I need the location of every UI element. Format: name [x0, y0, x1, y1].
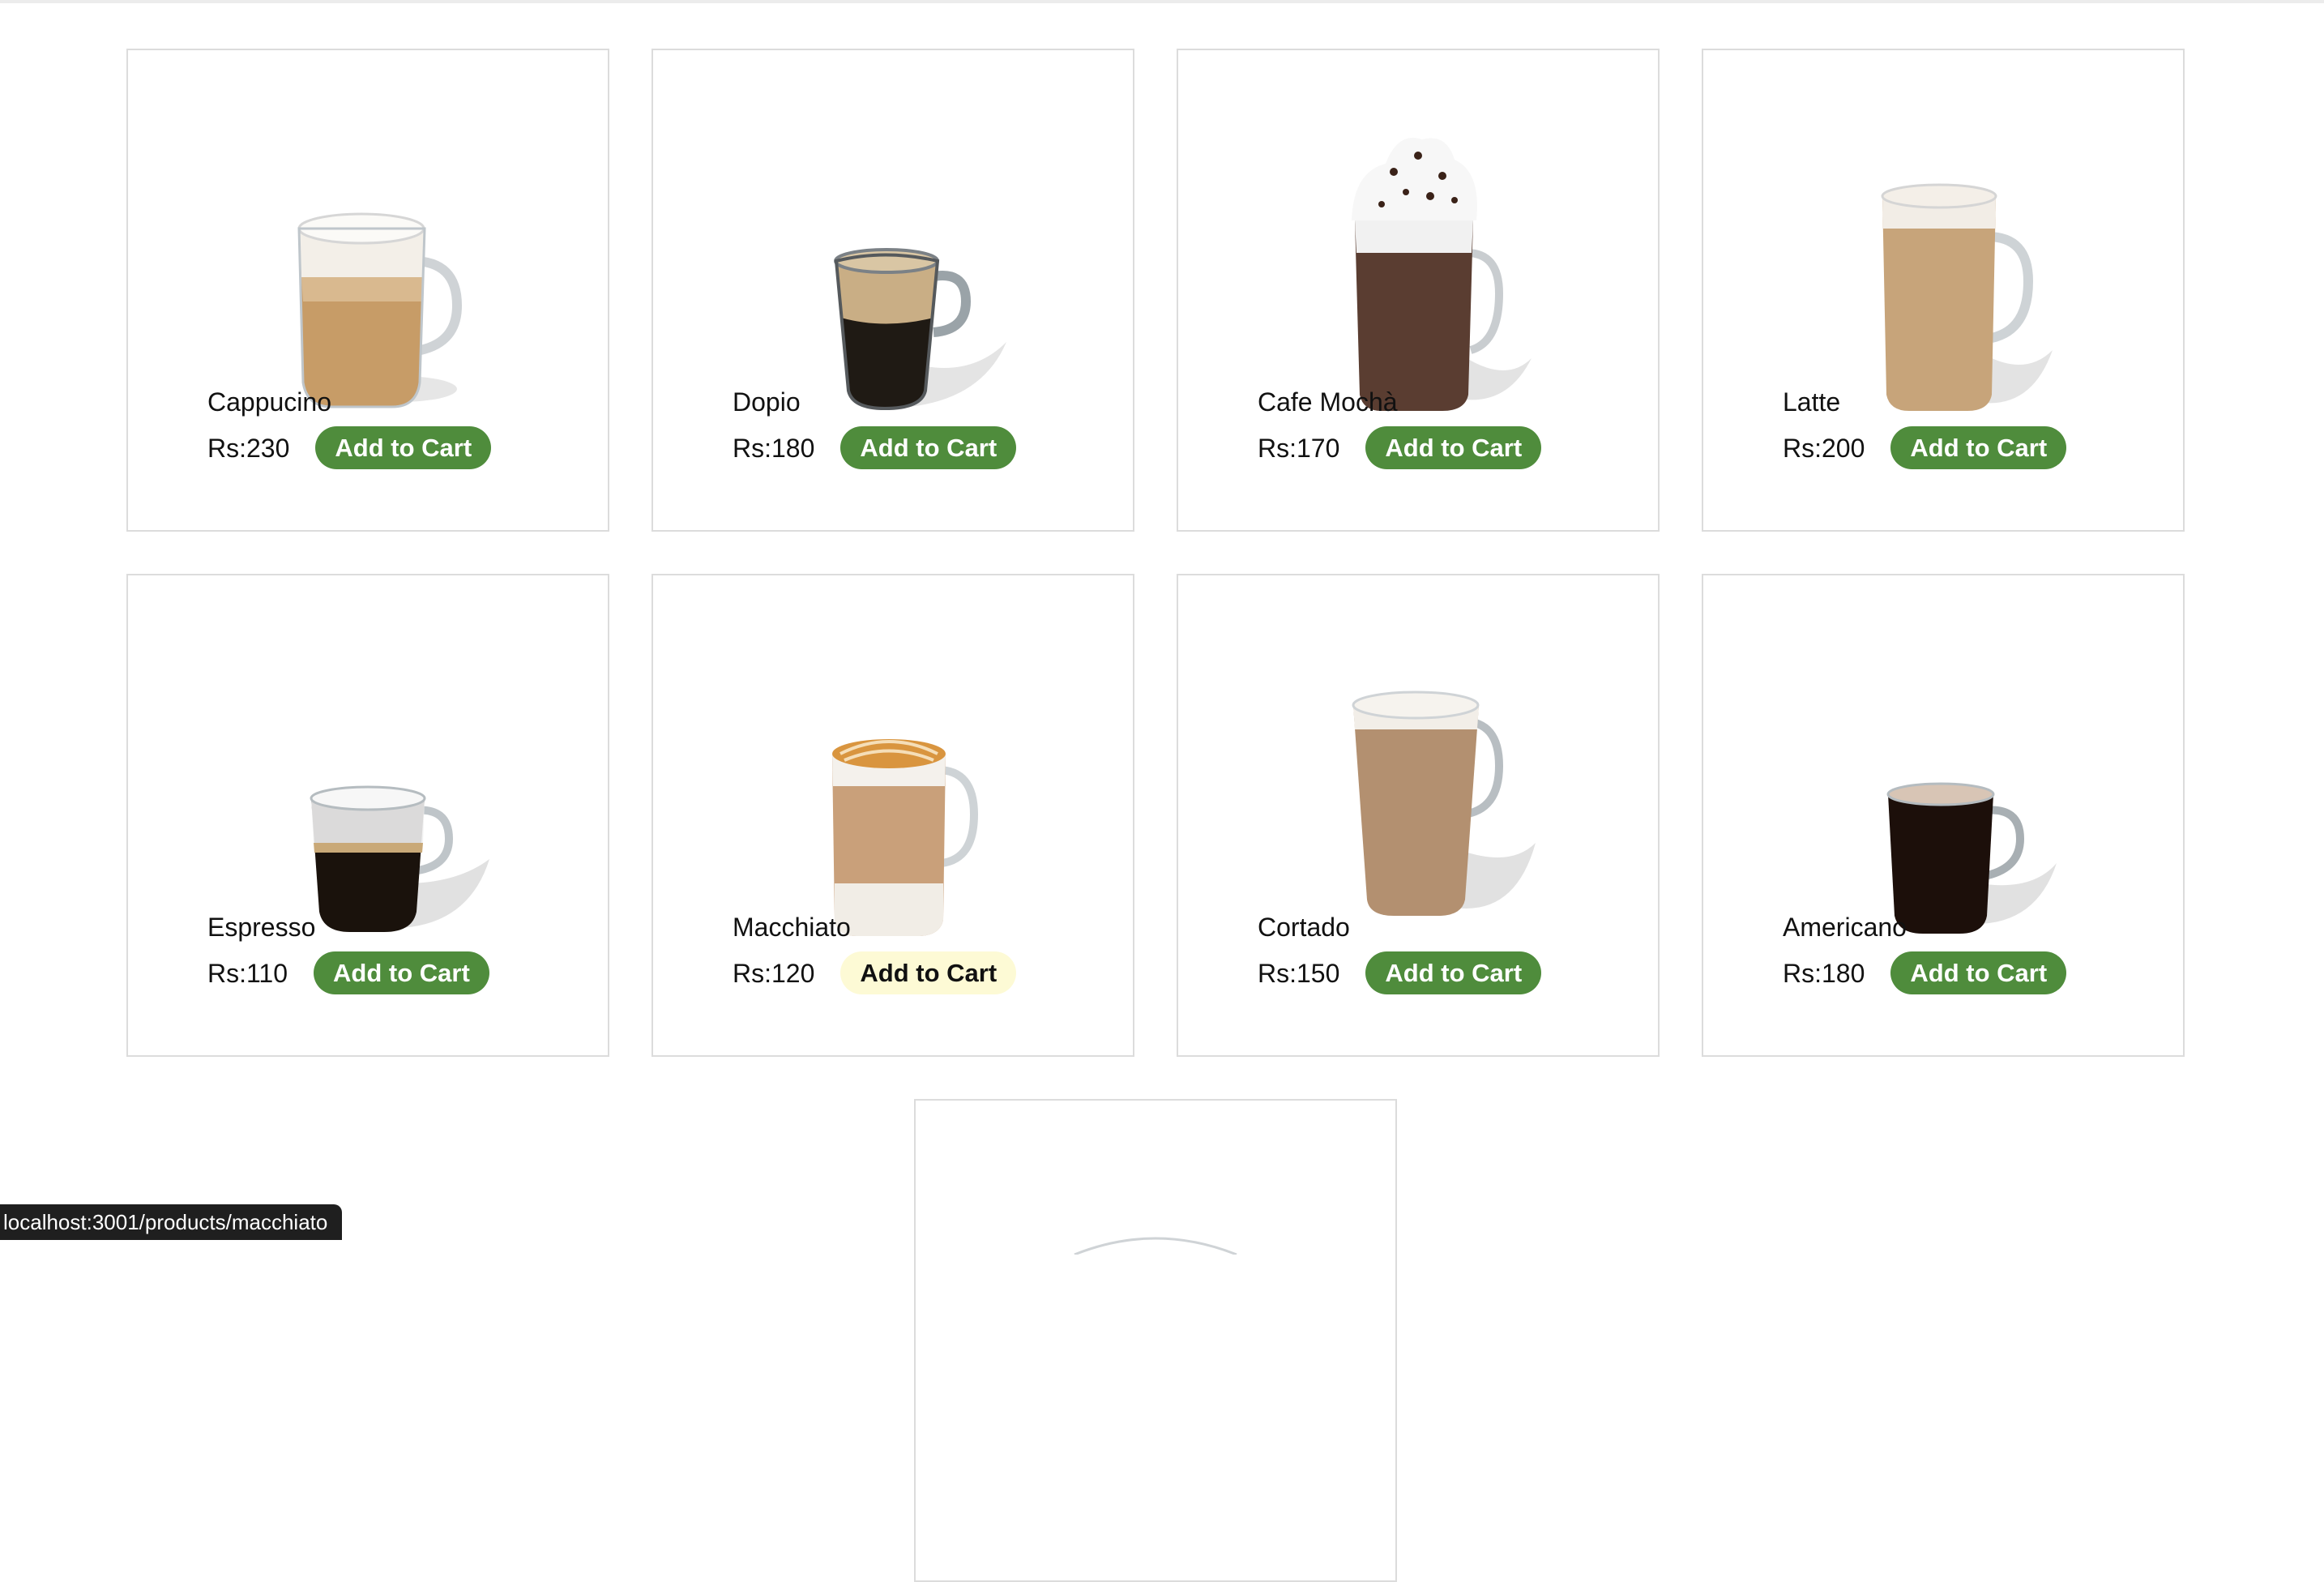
- cappuccino-glass-mug-icon: [297, 212, 463, 408]
- add-to-cart-button[interactable]: Add to Cart: [314, 951, 489, 995]
- product-price: Rs:180: [733, 433, 815, 463]
- product-name: Espresso: [207, 913, 316, 942]
- add-to-cart-button[interactable]: Add to Cart: [315, 426, 492, 470]
- macchiato-caramel-mug-icon: [832, 739, 979, 936]
- price-row: Rs:120 Add to Cart: [733, 951, 1017, 995]
- product-card-americano[interactable]: Americano Rs:180 Add to Cart: [1702, 574, 2185, 1057]
- price-row: Rs:150 Add to Cart: [1258, 951, 1542, 995]
- product-card-cappucino[interactable]: Cappucino Rs:230 Add to Cart: [126, 49, 609, 532]
- product-price: Rs:200: [1783, 433, 1865, 463]
- status-url-text: localhost:3001/products/macchiato: [3, 1209, 328, 1234]
- product-price: Rs:120: [733, 958, 815, 988]
- product-card-cortado[interactable]: Cortado Rs:150 Add to Cart: [1177, 574, 1660, 1057]
- americano-glass-mug-icon: [1886, 782, 2057, 934]
- mocha-whipped-cream-mug-icon: [1352, 138, 1532, 411]
- product-price: Rs:230: [207, 433, 290, 463]
- product-card-espresso[interactable]: Espresso Rs:110 Add to Cart: [126, 574, 609, 1057]
- price-row: Rs:180 Add to Cart: [1783, 951, 2067, 995]
- product-name: Cafe Mochà: [1258, 387, 1398, 417]
- price-row: Rs:200 Add to Cart: [1783, 426, 2067, 470]
- product-name: Cappucino: [207, 387, 331, 417]
- price-row: Rs:180 Add to Cart: [733, 426, 1017, 470]
- add-to-cart-button[interactable]: Add to Cart: [1365, 951, 1542, 995]
- cup-icon: [1074, 1237, 1237, 1255]
- latte-tall-mug-icon: [1881, 183, 2053, 411]
- product-price: Rs:150: [1258, 958, 1340, 988]
- price-row: Rs:170 Add to Cart: [1258, 426, 1542, 470]
- product-name: Latte: [1783, 387, 1841, 417]
- status-bar-url: localhost:3001/products/macchiato: [0, 1204, 343, 1240]
- espresso-glass-cup-icon: [310, 785, 489, 932]
- product-price: Rs:180: [1783, 958, 1865, 988]
- page-top-border: [0, 0, 2324, 3]
- product-card-dopio[interactable]: Dopio Rs:180 Add to Cart: [651, 49, 1134, 532]
- product-name: Dopio: [733, 387, 801, 417]
- product-price: Rs:170: [1258, 433, 1340, 463]
- doppio-glass-cup-icon: [834, 248, 1006, 411]
- product-name: Americano: [1783, 913, 1907, 942]
- product-card-partial[interactable]: [914, 1099, 1397, 1582]
- product-card-cafe-mocha[interactable]: Cafe Mochà Rs:170 Add to Cart: [1177, 49, 1660, 532]
- price-row: Rs:110 Add to Cart: [207, 951, 489, 995]
- add-to-cart-button[interactable]: Add to Cart: [1365, 426, 1542, 470]
- add-to-cart-button[interactable]: Add to Cart: [1890, 951, 2067, 995]
- add-to-cart-button[interactable]: Add to Cart: [840, 426, 1017, 470]
- add-to-cart-button[interactable]: Add to Cart: [840, 951, 1017, 995]
- product-card-latte[interactable]: Latte Rs:200 Add to Cart: [1702, 49, 2185, 532]
- product-name: Cortado: [1258, 913, 1350, 942]
- add-to-cart-button[interactable]: Add to Cart: [1890, 426, 2067, 470]
- product-card-macchiato[interactable]: Macchiato Rs:120 Add to Cart: [651, 574, 1134, 1057]
- price-row: Rs:230 Add to Cart: [207, 426, 492, 470]
- product-name: Macchiato: [733, 913, 851, 942]
- product-price: Rs:110: [207, 958, 288, 988]
- cortado-glass-mug-icon: [1352, 691, 1536, 916]
